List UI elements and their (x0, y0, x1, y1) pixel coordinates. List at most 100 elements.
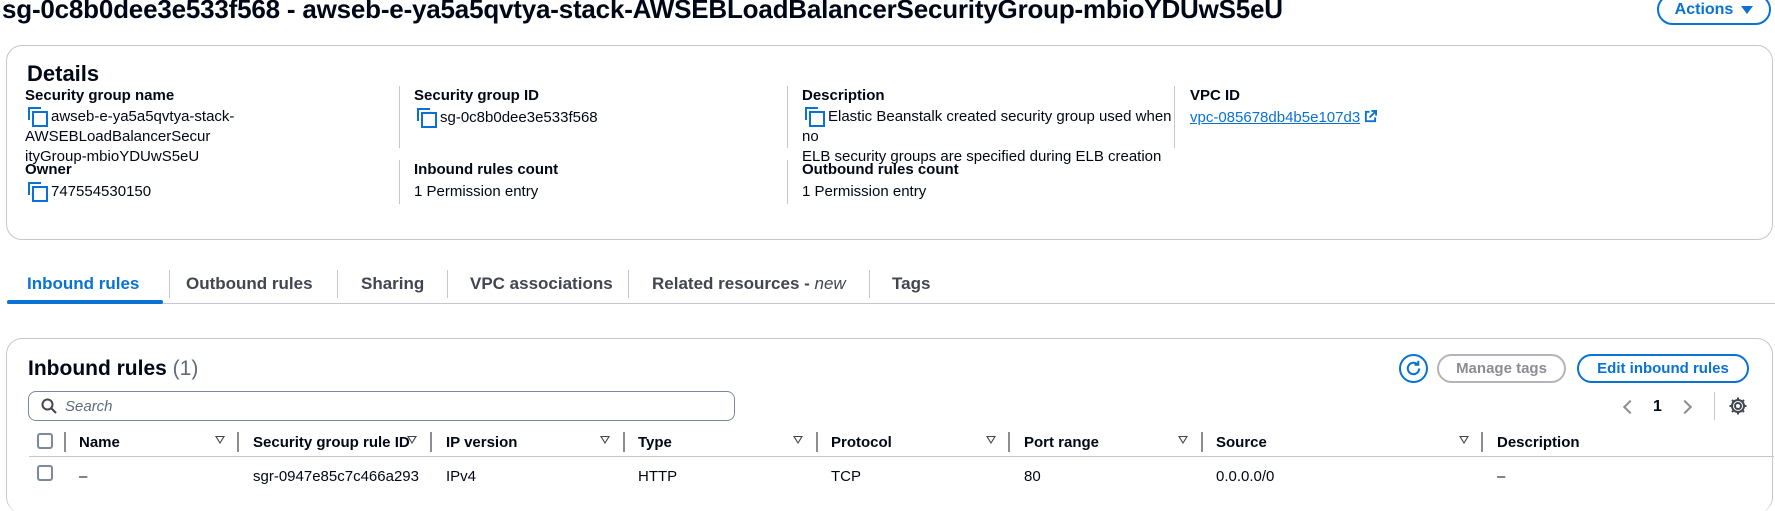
owner-field: Owner 747554530150 (25, 160, 385, 203)
divider (1174, 86, 1175, 148)
actions-label: Actions (1674, 0, 1734, 18)
search-input[interactable] (65, 397, 705, 415)
column-separator[interactable] (430, 432, 432, 452)
search-field[interactable] (28, 391, 735, 421)
cell-rule-id: sgr-0947e85c7c466a293 (253, 467, 419, 485)
page-title: sg-0c8b0dee3e533f568 - awseb-e-ya5a5qvty… (2, 0, 1283, 24)
tab-separator (628, 270, 629, 298)
copy-icon[interactable] (28, 107, 48, 127)
tab-separator (447, 270, 448, 298)
inbound-count-value: 1 Permission entry (414, 183, 539, 200)
tab-related-resources-label: Related resources - (652, 273, 815, 293)
copy-icon[interactable] (28, 182, 48, 202)
column-separator[interactable] (1008, 432, 1010, 452)
column-header-protocol[interactable]: Protocol (831, 427, 892, 457)
search-icon (41, 398, 57, 414)
cell-port-range: 80 (1024, 467, 1041, 485)
sort-icon[interactable] (1459, 436, 1469, 444)
divider (1714, 392, 1715, 420)
vpc-id-link[interactable]: vpc-085678db4b5e107d3 (1190, 109, 1360, 126)
column-separator[interactable] (1201, 432, 1203, 452)
cell-type: HTTP (638, 467, 678, 485)
tab-outbound-rules[interactable]: Outbound rules (186, 264, 313, 303)
sort-icon[interactable] (600, 436, 610, 444)
sort-icon[interactable] (986, 436, 996, 444)
column-header-ip-version[interactable]: IP version (446, 427, 517, 457)
caret-down-icon (1741, 5, 1754, 14)
select-all-checkbox[interactable] (37, 433, 53, 449)
divider (787, 160, 788, 204)
divider (399, 160, 400, 204)
description-value-line1: Elastic Beanstalk created security group… (802, 108, 1172, 145)
tab-separator (869, 270, 870, 298)
owner-label: Owner (25, 161, 72, 178)
row-checkbox[interactable] (37, 465, 53, 481)
page-header: sg-0c8b0dee3e533f568 - awseb-e-ya5a5qvty… (0, 0, 1775, 28)
outbound-count-value: 1 Permission entry (802, 183, 927, 200)
column-header-name[interactable]: Name (79, 427, 120, 457)
table-header: Name Security group rule ID IP version T… (29, 427, 1774, 457)
copy-icon[interactable] (417, 108, 437, 128)
rules-title-text: Inbound rules (28, 357, 167, 380)
divider (787, 86, 788, 148)
external-link-icon (1365, 110, 1378, 123)
cell-description: – (1497, 467, 1506, 485)
sg-id-field: Security group ID sg-0c8b0dee3e533f568 (414, 86, 774, 129)
tab-separator (337, 270, 338, 298)
tab-separator (169, 270, 170, 298)
edit-inbound-rules-button[interactable]: Edit inbound rules (1577, 354, 1749, 383)
column-header-rule-id[interactable]: Security group rule ID (253, 427, 410, 457)
vpc-id-label: VPC ID (1190, 87, 1241, 104)
tab-vpc-associations[interactable]: VPC associations (470, 264, 613, 303)
new-badge: new (814, 273, 846, 293)
sg-name-value-line1: awseb-e-ya5a5qvtya-stack-AWSEBLoadBalanc… (25, 108, 235, 145)
rules-title: Inbound rules (1) (28, 357, 198, 381)
column-header-type[interactable]: Type (638, 427, 672, 457)
details-panel: Details Security group name awseb-e-ya5a… (6, 45, 1773, 240)
inbound-count-field: Inbound rules count 1 Permission entry (414, 160, 774, 203)
sort-icon[interactable] (407, 436, 417, 444)
page-number[interactable]: 1 (1653, 398, 1662, 416)
actions-button[interactable]: Actions (1657, 0, 1771, 25)
sg-name-label: Security group name (25, 87, 175, 104)
sort-icon[interactable] (215, 436, 225, 444)
sg-id-label: Security group ID (414, 87, 540, 104)
manage-tags-button[interactable]: Manage tags (1437, 354, 1566, 383)
table-row[interactable]: – sgr-0947e85c7c466a293 IPv4 HTTP TCP 80… (29, 459, 1774, 493)
column-separator[interactable] (816, 432, 818, 452)
inbound-rules-panel: Inbound rules (1) Manage tags Edit inbou… (6, 338, 1774, 511)
owner-value: 747554530150 (51, 183, 152, 200)
sort-icon[interactable] (1178, 436, 1188, 444)
tab-inbound-rules[interactable]: Inbound rules (27, 264, 139, 303)
column-header-source[interactable]: Source (1216, 427, 1267, 457)
gear-icon[interactable] (1728, 396, 1748, 416)
column-separator[interactable] (1481, 432, 1483, 452)
tab-tags[interactable]: Tags (892, 264, 930, 303)
sort-icon[interactable] (793, 436, 803, 444)
outbound-count-label: Outbound rules count (802, 161, 959, 178)
divider (399, 86, 400, 148)
column-separator (64, 432, 66, 452)
sg-id-value: sg-0c8b0dee3e533f568 (440, 109, 598, 126)
details-title: Details (27, 61, 100, 86)
refresh-button[interactable] (1399, 354, 1428, 383)
description-field: Description Elastic Beanstalk created se… (802, 86, 1172, 167)
tab-sharing[interactable]: Sharing (361, 264, 424, 303)
cell-protocol: TCP (831, 467, 861, 485)
chevron-left-icon[interactable] (1622, 399, 1638, 415)
refresh-icon (1406, 360, 1421, 376)
column-header-description[interactable]: Description (1497, 427, 1580, 457)
chevron-right-icon[interactable] (1677, 399, 1692, 415)
column-separator[interactable] (237, 432, 239, 452)
copy-icon[interactable] (805, 107, 825, 127)
description-label: Description (802, 87, 885, 104)
tab-bar: Inbound rules Outbound rules Sharing VPC… (7, 264, 1775, 304)
column-separator[interactable] (623, 432, 625, 452)
cell-ip-version: IPv4 (446, 467, 477, 485)
column-header-port-range[interactable]: Port range (1024, 427, 1099, 457)
active-tab-indicator (7, 300, 163, 304)
tab-vpc-associations-label: VPC associations (470, 273, 613, 293)
tab-related-resources[interactable]: Related resources - new (652, 264, 846, 303)
cell-source: 0.0.0.0/0 (1216, 467, 1275, 485)
inbound-count-label: Inbound rules count (414, 161, 559, 178)
